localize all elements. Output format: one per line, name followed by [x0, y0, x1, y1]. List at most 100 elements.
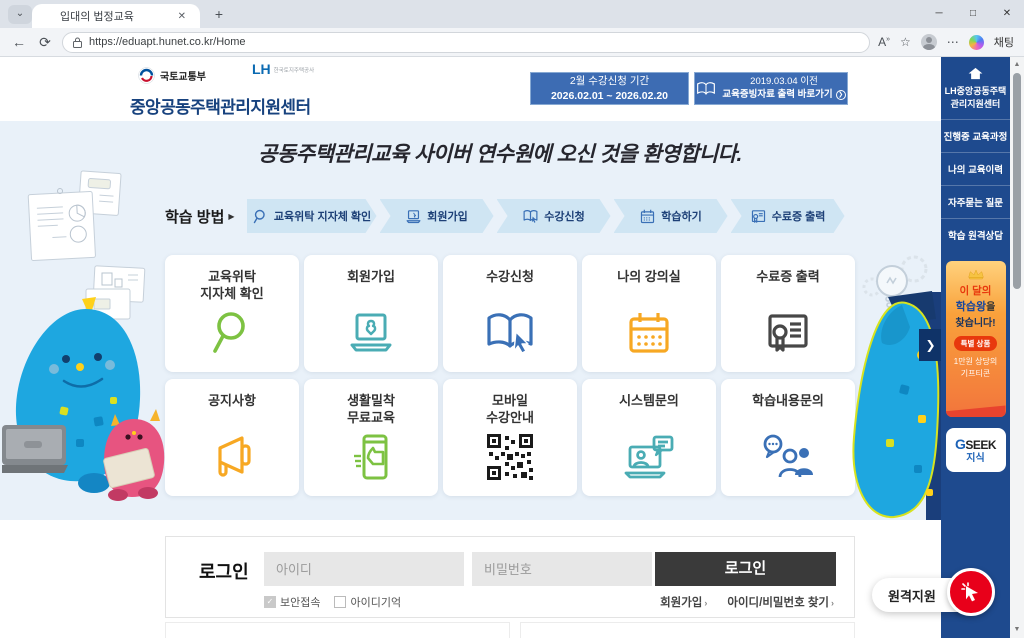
read-aloud-icon[interactable]: A» [878, 35, 890, 49]
tab-close-icon[interactable]: ✕ [174, 9, 190, 24]
book-cursor-icon [483, 308, 537, 358]
enrollment-period-line1: 2월 수강신청 기간 [570, 74, 649, 89]
certificate-print-line2: 교육증빙자료 출력 바로가기 [722, 89, 832, 102]
remember-id-checkbox[interactable]: 아이디기억 [334, 594, 401, 610]
laptop-person-chat-icon [622, 433, 676, 481]
toolbar-right: A» ☆ ⋯ 채팅 [878, 34, 1014, 50]
gseek-banner[interactable]: GSEEK 지식 [946, 428, 1006, 472]
lh-logo: LH 한국토지주택공사 [252, 62, 314, 76]
scrollbar-thumb[interactable] [1013, 73, 1021, 289]
bottom-board-left [165, 622, 510, 638]
address-bar[interactable]: https://eduapt.hunet.co.kr/Home [62, 32, 870, 53]
book-cursor-icon [522, 208, 539, 225]
card-signup[interactable]: 회원가입 [304, 255, 438, 372]
password-input[interactable] [472, 552, 652, 586]
find-account-link[interactable]: 아이디/비밀번호 찾기› [727, 594, 834, 610]
sidebar-item-remote-counsel[interactable]: 학습 원격상담 [941, 218, 1010, 251]
page-scrollbar[interactable]: ▲ ▼ [1010, 57, 1024, 638]
lh-subtitle: 한국토지주택공사 [274, 66, 314, 76]
back-icon[interactable]: ← [10, 34, 28, 50]
laptop-join-icon [345, 309, 397, 357]
chevron-right-icon: › [704, 598, 707, 608]
lh-mark: LH [252, 62, 271, 76]
tab-menu-icon[interactable]: ⌄ [8, 5, 32, 24]
crown-icon [967, 268, 985, 281]
login-options: ✓ 보안접속 아이디기억 [264, 594, 401, 610]
sidebar-home[interactable]: LH중앙공동주택 관리지원센터 [941, 57, 1010, 119]
enrollment-period-line2: 2026.02.01 ~ 2026.02.20 [551, 89, 668, 104]
card-system-inquiry[interactable]: 시스템문의 [582, 379, 716, 496]
laptop-icon [405, 208, 422, 225]
close-button[interactable]: ✕ [990, 0, 1024, 28]
sidebar-item-my-history[interactable]: 나의 교육이력 [941, 152, 1010, 185]
step-signup: 회원가입 [380, 199, 494, 233]
card-notice[interactable]: 공지사항 [165, 379, 299, 496]
checkbox-checked-icon: ✓ [264, 596, 276, 608]
card-print-certificate[interactable]: 수료증 출력 [721, 255, 855, 372]
step-enroll: 수강신청 [497, 199, 611, 233]
quick-sidebar: LH중앙공동주택 관리지원센터 진행중 교육과정 나의 교육이력 자주묻는 질문… [941, 57, 1010, 638]
login-label: 로그인 [199, 558, 249, 584]
welcome-message: 공동주택관리교육 사이버 연수원에 오신 것을 환영합니다. [150, 138, 850, 168]
card-enroll[interactable]: 수강신청 [443, 255, 577, 372]
certificate-icon [750, 208, 767, 225]
magnifier-icon [252, 208, 269, 225]
site-title: 중앙공동주택관리지원센터 [130, 93, 310, 118]
card-content-inquiry[interactable]: 학습내용문의 [721, 379, 855, 496]
site-header: 국토교통부 LH 한국토지주택공사 중앙공동주택관리지원센터 2월 수강신청 기… [0, 57, 941, 121]
sidebar-item-ongoing-courses[interactable]: 진행중 교육과정 [941, 119, 1010, 152]
magnifier-icon [208, 309, 256, 357]
certificate-print-banner[interactable]: 2019.03.04 이전 교육증빙자료 출력 바로가기 ❯ [694, 72, 848, 105]
browser-tab[interactable]: 입대의 법정교육 ✕ [32, 4, 200, 28]
card-check-municipality[interactable]: 교육위탁지자체 확인 [165, 255, 299, 372]
certificate-icon [763, 309, 813, 357]
ministry-name: 국토교통부 [160, 68, 206, 83]
secure-access-checkbox[interactable]: ✓ 보안접속 [264, 594, 320, 610]
favorite-star-icon[interactable]: ☆ [900, 35, 911, 49]
go-arrow-icon: ❯ [836, 90, 846, 100]
step-check-municipality: 교육위탁 지자체 확인 [247, 199, 377, 233]
qr-code-icon [487, 434, 533, 480]
join-link[interactable]: 회원가입› [660, 594, 707, 610]
checkbox-empty-icon [334, 596, 346, 608]
bottom-board-right [520, 622, 855, 638]
more-menu-icon[interactable]: ⋯ [947, 35, 959, 49]
sidebar-item-faq[interactable]: 자주묻는 질문 [941, 185, 1010, 218]
copilot-label[interactable]: 채팅 [994, 34, 1014, 50]
scroll-down-icon[interactable]: ▼ [1010, 624, 1024, 636]
scroll-up-icon[interactable]: ▲ [1010, 59, 1024, 71]
login-button[interactable]: 로그인 [655, 552, 836, 586]
remote-support-icon[interactable] [947, 568, 995, 616]
book-icon [696, 81, 716, 96]
card-mobile-guide[interactable]: 모바일수강안내 [443, 379, 577, 496]
cursor-click-icon [959, 580, 983, 604]
steps-label: 학습 방법▶ [165, 206, 235, 227]
ministry-logo-icon [138, 67, 155, 84]
learning-king-banner[interactable]: 이 달의 학습왕을 찾습니다! 특별 상품 1만원 상당의기프티콘 [946, 261, 1006, 417]
home-icon [968, 67, 983, 80]
minimize-button[interactable]: ─ [922, 0, 956, 28]
monster-characters-illustration [2, 297, 170, 503]
enrollment-period-banner[interactable]: 2월 수강신청 기간 2026.02.01 ~ 2026.02.20 [530, 72, 689, 105]
calendar-icon [639, 208, 656, 225]
profile-avatar[interactable] [921, 34, 937, 50]
step-print-certificate: 수료증 출력 [731, 199, 845, 233]
gseek-logo: G [955, 436, 965, 452]
hero-section: 공동주택관리교육 사이버 연수원에 오신 것을 환영합니다. [0, 121, 941, 520]
login-section: 로그인 로그인 ✓ 보안접속 아이디기억 회원가입› 아이디/비밀번호 찾기› [165, 536, 855, 618]
copilot-icon[interactable] [969, 35, 984, 50]
card-free-education[interactable]: 생활밀착무료교육 [304, 379, 438, 496]
id-input[interactable] [264, 552, 464, 586]
step-learn: 학습하기 [614, 199, 728, 233]
refresh-icon[interactable]: ⟳ [36, 34, 54, 51]
maximize-button[interactable]: □ [956, 0, 990, 28]
browser-tabstrip: ⌄ 입대의 법정교육 ✕ + ─ □ ✕ [0, 0, 1024, 28]
quick-menu-cards: 교육위탁지자체 확인 회원가입 수강신청 나의 강의실 수료증 출력 공지사항 [165, 255, 855, 496]
card-my-classroom[interactable]: 나의 강의실 [582, 255, 716, 372]
window-controls: ─ □ ✕ [922, 0, 1024, 28]
new-tab-button[interactable]: + [208, 4, 230, 24]
carousel-next-button[interactable]: ❯ [919, 329, 941, 361]
chevron-right-icon: › [831, 598, 834, 608]
browser-toolbar: ← ⟳ https://eduapt.hunet.co.kr/Home A» ☆… [0, 28, 1024, 57]
megaphone-icon [206, 432, 258, 482]
